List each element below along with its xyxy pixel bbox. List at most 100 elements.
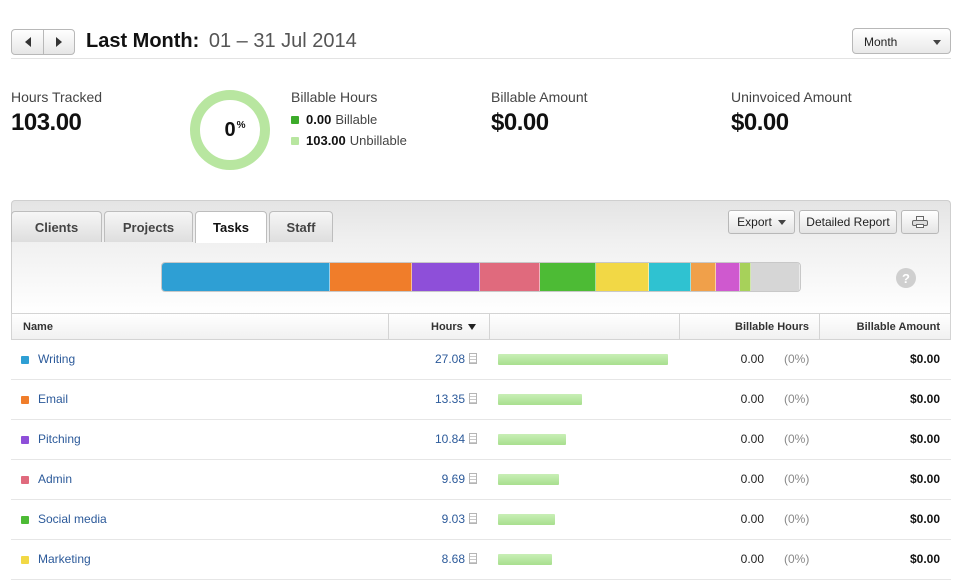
billable-amount-value: $0.00 — [909, 392, 940, 406]
tab-staff[interactable]: Staff — [269, 211, 333, 242]
billable-hours-value: 0.00 — [740, 432, 764, 446]
task-hours-link[interactable]: 9.03 — [442, 512, 465, 526]
col-billable-hours[interactable]: Billable Hours — [735, 314, 809, 339]
stacked-bar-segment[interactable] — [329, 263, 413, 291]
task-hours-link[interactable]: 27.08 — [435, 352, 465, 366]
report-header: Last Month: 01 – 31 Jul 2014 Month — [11, 25, 951, 59]
hours-bar — [498, 394, 582, 405]
chevron-down-icon — [933, 40, 941, 45]
table-row: Marketing 8.68 0.00 (0%) $0.00 — [11, 540, 951, 580]
billable-hours-value: 0.00 — [740, 552, 764, 566]
stacked-bar-segment[interactable] — [412, 263, 480, 291]
document-icon[interactable] — [469, 553, 477, 564]
task-color-swatch — [21, 436, 29, 444]
print-button[interactable] — [901, 210, 939, 234]
billable-donut-chart: 0% — [190, 90, 270, 170]
document-icon[interactable] — [469, 513, 477, 524]
table-row: Admin 9.69 0.00 (0%) $0.00 — [11, 460, 951, 500]
document-icon[interactable] — [469, 393, 477, 404]
billable-amount-value: $0.00 — [491, 109, 549, 136]
tab-projects[interactable]: Projects — [104, 211, 193, 242]
task-color-swatch — [21, 476, 29, 484]
donut-value: 0 — [224, 118, 236, 141]
task-name-link[interactable]: Admin — [38, 472, 72, 486]
billable-percent: (0%) — [784, 512, 810, 526]
tab-tasks[interactable]: Tasks — [195, 211, 267, 243]
billable-hours-value: 0.00 — [740, 472, 764, 486]
task-color-swatch — [21, 516, 29, 524]
column-divider — [679, 314, 680, 339]
date-range: 01 – 31 Jul 2014 — [208, 30, 357, 52]
hours-bar — [498, 514, 555, 525]
sort-desc-icon — [467, 323, 476, 330]
hours-tracked-label: Hours Tracked — [11, 89, 103, 105]
billable-percent: (0%) — [784, 392, 810, 406]
table-row: Social media 9.03 0.00 (0%) $0.00 — [11, 500, 951, 540]
billable-amount-value: $0.00 — [909, 472, 940, 486]
document-icon[interactable] — [469, 473, 477, 484]
hours-tracked-value: 103.00 — [11, 109, 82, 136]
billable-amount-label: Billable Amount — [491, 89, 588, 105]
column-divider — [819, 314, 820, 339]
task-hours-stacked-bar — [161, 262, 801, 292]
export-button[interactable]: Export — [728, 210, 795, 234]
hours-bar — [498, 474, 559, 485]
task-name-link[interactable]: Marketing — [38, 552, 91, 566]
task-hours-link[interactable]: 9.69 — [442, 472, 465, 486]
col-billable-amount[interactable]: Billable Amount — [857, 314, 940, 339]
task-hours-link[interactable]: 8.68 — [442, 552, 465, 566]
task-hours-link[interactable]: 10.84 — [435, 432, 465, 446]
stacked-bar-segment[interactable] — [649, 263, 691, 291]
billable-legend: 0.00 Billable — [291, 112, 377, 127]
task-color-swatch — [21, 356, 29, 364]
billable-hours-label: Billable Hours — [291, 89, 378, 105]
detailed-report-button[interactable]: Detailed Report — [799, 210, 897, 234]
billable-percent: (0%) — [784, 352, 810, 366]
unbillable-swatch — [291, 136, 299, 145]
billable-value: 0.00 — [306, 112, 332, 127]
billable-hours-value: 0.00 — [740, 512, 764, 526]
period-select[interactable]: Month — [852, 28, 951, 54]
billable-hours-value: 0.00 — [740, 352, 764, 366]
task-name-link[interactable]: Email — [38, 392, 68, 406]
column-divider — [388, 314, 389, 339]
arrow-right-icon — [56, 37, 62, 47]
export-label: Export — [737, 215, 772, 229]
stacked-bar-segment[interactable] — [539, 263, 596, 291]
task-name-link[interactable]: Writing — [38, 352, 75, 366]
stacked-bar-segment[interactable] — [479, 263, 540, 291]
table-row: Writing 27.08 0.00 (0%) $0.00 — [11, 340, 951, 380]
task-color-swatch — [21, 396, 29, 404]
task-hours-link[interactable]: 13.35 — [435, 392, 465, 406]
next-period-button[interactable] — [43, 30, 74, 54]
col-hours[interactable]: Hours — [431, 314, 476, 339]
document-icon[interactable] — [469, 353, 477, 364]
stacked-bar-segment[interactable] — [162, 263, 330, 291]
column-divider — [489, 314, 490, 339]
stacked-bar-segment[interactable] — [595, 263, 650, 291]
arrow-left-icon — [24, 37, 31, 47]
billable-percent: (0%) — [784, 432, 810, 446]
task-name-link[interactable]: Social media — [38, 512, 107, 526]
task-name-link[interactable]: Pitching — [38, 432, 81, 446]
billable-amount-value: $0.00 — [909, 432, 940, 446]
stacked-bar-segment[interactable] — [715, 263, 740, 291]
hours-bar — [498, 354, 668, 365]
stacked-bar-segment[interactable] — [739, 263, 751, 291]
col-name[interactable]: Name — [23, 314, 53, 339]
billable-amount-value: $0.00 — [909, 512, 940, 526]
report-tabs: Clients Projects Tasks Staff — [11, 211, 335, 243]
help-icon[interactable]: ? — [896, 268, 916, 288]
table-row: Email 13.35 0.00 (0%) $0.00 — [11, 380, 951, 420]
tab-clients[interactable]: Clients — [11, 211, 102, 242]
table-header: Name Hours Billable Hours Billable Amoun… — [11, 313, 951, 340]
donut-percentage: 0% — [224, 118, 245, 142]
document-icon[interactable] — [469, 433, 477, 444]
stacked-bar-segment[interactable] — [690, 263, 716, 291]
col-hours-label: Hours — [431, 320, 463, 333]
stacked-bar-segment[interactable] — [750, 263, 800, 291]
billable-text: Billable — [335, 112, 378, 127]
billable-amount-value: $0.00 — [909, 552, 940, 566]
unbillable-text: Unbillable — [349, 133, 407, 148]
previous-period-button[interactable] — [12, 30, 43, 54]
